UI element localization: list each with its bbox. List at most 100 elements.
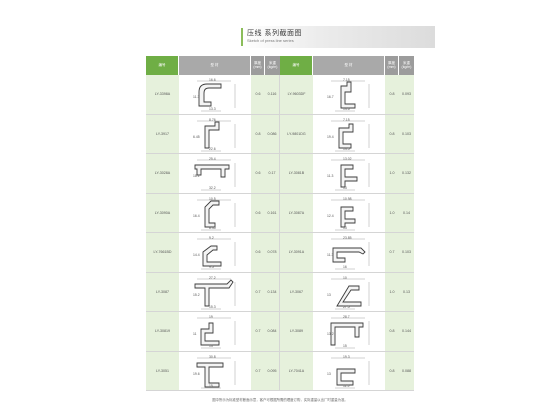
profile-outline — [340, 206, 356, 227]
dimension-label-side: 11 — [193, 332, 197, 336]
profile-drawing: 25.4 18.1 32.2 — [193, 157, 236, 191]
dimension-label-top: 16.6 — [209, 78, 216, 82]
profile-drawing-cell: 19.3 13 11.5 — [313, 351, 385, 390]
profile-drawing-cell: 28.7 13.2 15 — [313, 312, 385, 351]
profile-outline — [330, 322, 364, 346]
dimension-label-side: 13 — [327, 372, 331, 376]
profile-weight: 0.134 — [265, 272, 280, 311]
profile-drawing-cell: 9.2 14.4 9.5 — [179, 233, 251, 272]
catalog-page: 压线 系列截面图 Sketch of press line series 编号 … — [0, 0, 560, 420]
profile-outline — [340, 164, 358, 188]
left-rows: LY-3398A 16.6 11.3 13.3 0.6 0.116 LY-3917 8.76 6… — [146, 75, 280, 391]
dimension-label-top: 30.8 — [209, 355, 216, 359]
profile-code: LY-9603DF — [280, 75, 313, 114]
profile-drawing: 27.2 15.2 15.3 — [193, 276, 236, 309]
profile-thickness: 0.7 — [385, 233, 399, 272]
profile-drawing: 16.6 11.3 13.3 — [193, 78, 236, 112]
dimension-label-side: 11.3 — [193, 95, 199, 99]
page-title: 压线 系列截面图 — [247, 30, 302, 37]
table-left-half: 编号 型 材 厚度 (mm) 米重 (kg/m) LY-3398A 16.6 11.3 1… — [146, 56, 280, 391]
profile-code: LY-3090A — [146, 193, 179, 232]
profile-code: LY-7041A — [280, 351, 313, 390]
header-code: 编号 — [146, 56, 179, 75]
profile-thickness: 0.6 — [251, 154, 265, 193]
profile-weight: 0.103 — [399, 114, 414, 153]
profile-outline — [194, 278, 234, 306]
profile-code: LY-3067 — [280, 272, 313, 311]
header-accent-bar — [241, 28, 243, 46]
header-weight: 米重 (kg/m) — [399, 56, 414, 75]
header-thickness: 厚度 (mm) — [385, 56, 399, 75]
profile-drawing: 10.98 12.4 13 — [327, 197, 370, 230]
profile-weight: 0.088 — [399, 351, 414, 390]
profile-thickness: 0.6 — [251, 75, 265, 114]
profile-thickness: 0.8 — [385, 75, 399, 114]
profile-drawing: 19 11 13 — [193, 315, 236, 349]
profile-code: LY-3087 — [146, 272, 179, 311]
profile-weight: 0.132 — [399, 154, 414, 193]
dimension-label-bottom: 13 — [343, 186, 347, 190]
dimension-label-top: 10.5 — [209, 197, 216, 201]
profile-thickness: 1.0 — [385, 193, 399, 232]
profile-weight: 0.095 — [265, 351, 280, 390]
profile-thickness: 0.6 — [251, 233, 265, 272]
profile-code: LY-3091A — [280, 233, 313, 272]
profile-drawing: 19.3 13 11.5 — [327, 355, 370, 388]
profile-drawing: 23.85 11.3 16 — [327, 236, 370, 270]
dimension-label-top: 8.76 — [209, 118, 216, 122]
table-row: LY-3067 10 13 27.5 1.0 0.13 — [280, 272, 414, 312]
page-subtitle: Sketch of press line series — [247, 38, 294, 43]
profile-weight: 0.078 — [265, 233, 280, 272]
dimension-label-top: 23.85 — [343, 236, 352, 240]
dimension-label-top: 13.02 — [343, 157, 352, 161]
profile-drawing-cell: 10.5 16.4 8.35 — [179, 193, 251, 232]
profile-drawing: 10.5 16.4 8.35 — [193, 197, 236, 230]
dimension-label-bottom: 15 — [209, 384, 213, 388]
table-row: LY-3028A 25.4 18.1 32.2 0.6 0.17 — [146, 154, 280, 194]
profile-drawing: 13.02 11.3 13 — [327, 157, 370, 191]
profile-thickness: 0.8 — [251, 114, 265, 153]
profile-code: LY-3028A — [146, 154, 179, 193]
dimension-label-top: 9.2 — [209, 236, 214, 240]
profile-drawing-cell: 7.15 19.4 14.5 — [313, 114, 385, 153]
header-code: 编号 — [280, 56, 313, 75]
table-header-row: 编号 型 材 厚度 (mm) 米重 (kg/m) — [280, 56, 414, 75]
profile-drawing-cell: 19 11 13 — [179, 312, 251, 351]
profile-code: LY-3081B — [280, 154, 313, 193]
dimension-label-bottom: 16 — [343, 265, 347, 269]
table-header-row: 编号 型 材 厚度 (mm) 米重 (kg/m) — [146, 56, 280, 75]
dimension-label-bottom: 14.5 — [343, 147, 350, 151]
dimension-label-side: 16.4 — [193, 214, 200, 218]
profile-code: LY-9801DG — [280, 114, 313, 153]
table-row: LY-3917 8.76 6.45 22.6 0.8 0.086 — [146, 114, 280, 154]
profile-drawing-cell: 7.15 16.7 14.6 — [313, 75, 385, 114]
dimension-label-side: 11.3 — [327, 253, 333, 257]
profile-drawing-cell: 8.76 6.45 22.6 — [179, 114, 251, 153]
profile-weight: 0.144 — [399, 312, 414, 351]
table-row: LY-3089 28.7 13.2 15 0.8 0.144 — [280, 312, 414, 352]
dimension-label-bottom: 32.2 — [209, 186, 216, 190]
table-row: LY-3087A 10.98 12.4 13 1.0 0.14 — [280, 193, 414, 233]
profile-drawing-cell: 10.98 12.4 13 — [313, 193, 385, 232]
profile-outline — [336, 285, 362, 306]
profile-drawing-cell: 27.2 15.2 15.3 — [179, 272, 251, 311]
profile-outline — [200, 322, 220, 346]
dimension-label-bottom: 22.6 — [209, 147, 216, 151]
profile-drawing-cell: 13.02 11.3 13 — [313, 154, 385, 193]
profile-drawing-cell: 30.8 19.6 15 — [179, 351, 251, 390]
header-shape: 型 材 — [313, 56, 385, 75]
profile-thickness: 0.7 — [251, 312, 265, 351]
profile-weight: 0.086 — [265, 114, 280, 153]
dimension-label-top: 19 — [209, 315, 213, 319]
profile-thickness: 0.8 — [385, 114, 399, 153]
dimension-label-top: 28.7 — [343, 315, 350, 319]
dimension-label-side: 11.3 — [327, 174, 333, 178]
dimension-label-bottom: 11.5 — [343, 384, 349, 388]
profile-weight: 0.084 — [265, 312, 280, 351]
profile-outline — [338, 123, 354, 148]
dimension-label-side: 16.7 — [327, 95, 334, 99]
dimension-label-top: 27.2 — [209, 276, 216, 280]
dimension-label-bottom: 13.3 — [209, 107, 216, 111]
footnote: 图中所示为标准型材断面示意，客户可根据所需的理度订购，实际重量以出厂时重量为准。 — [212, 398, 348, 402]
profile-weight: 0.116 — [265, 75, 280, 114]
